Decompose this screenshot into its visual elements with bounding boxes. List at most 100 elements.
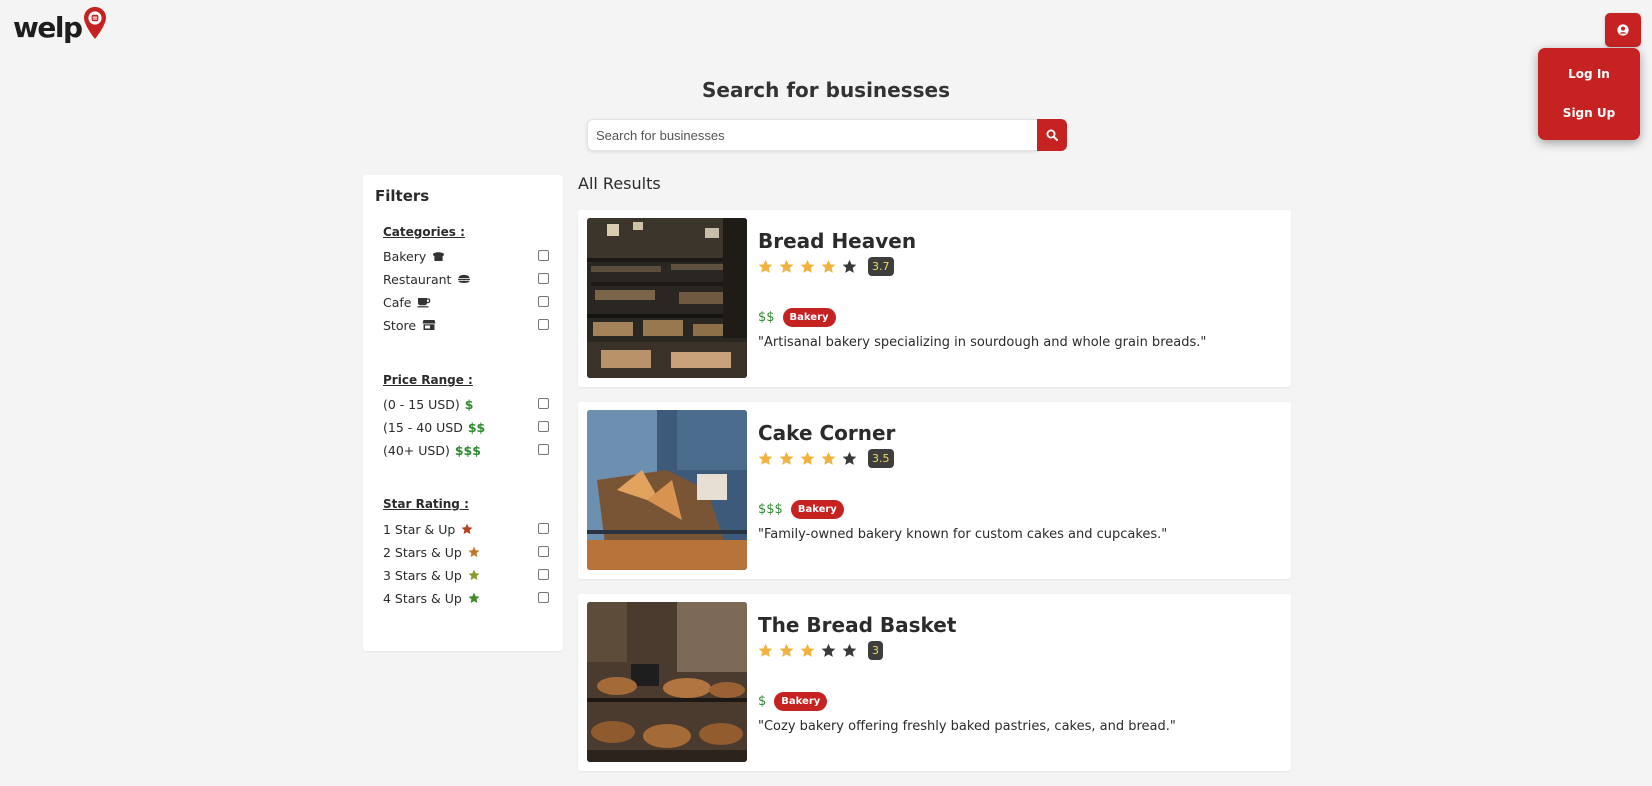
rating-badge: 3.7 <box>868 256 894 276</box>
filter-label: Restaurant <box>383 271 452 287</box>
star-filled-icon <box>800 256 821 276</box>
star-filled-icon <box>821 256 842 276</box>
filter-category-store: Store <box>383 316 549 334</box>
price-checkbox[interactable] <box>538 398 549 409</box>
rating-checkbox[interactable] <box>538 523 549 534</box>
business-card[interactable]: Cake Corner 3.5 $$$ Bakery "Family-owned… <box>578 402 1291 579</box>
filter-label: (0 - 15 USD) <box>383 396 460 412</box>
star-filled-icon <box>779 640 800 660</box>
business-photo <box>587 410 747 570</box>
star-rating-heading: Star Rating : <box>383 497 469 511</box>
filter-label: 4 Stars & Up <box>383 590 462 606</box>
business-name[interactable]: The Bread Basket <box>758 613 956 637</box>
categories-heading: Categories : <box>383 225 465 239</box>
star-empty-icon <box>842 448 863 468</box>
business-meta: $ Bakery <box>758 692 828 711</box>
filter-label: (40+ USD) <box>383 442 450 458</box>
star-filled-icon <box>800 640 821 660</box>
price-level: $ <box>758 694 767 709</box>
price-symbol: $$$ <box>454 442 481 458</box>
business-name[interactable]: Cake Corner <box>758 421 895 445</box>
star-filled-icon <box>758 448 779 468</box>
filter-stars-2: 2 Stars & Up <box>383 543 549 561</box>
star-rating: 3 <box>758 640 883 660</box>
star-icon <box>468 546 480 558</box>
rating-badge: 3.5 <box>868 448 894 468</box>
user-menu-button[interactable] <box>1605 13 1641 47</box>
business-description: "Family-owned bakery known for custom ca… <box>758 527 1168 542</box>
store-icon <box>422 319 436 331</box>
filter-stars-3: 3 Stars & Up <box>383 566 549 584</box>
star-filled-icon <box>758 256 779 276</box>
user-circle-icon <box>1617 21 1629 40</box>
filter-label: Cafe <box>383 294 412 310</box>
rating-checkbox[interactable] <box>538 546 549 557</box>
category-checkbox[interactable] <box>538 250 549 261</box>
bread-icon <box>432 250 445 262</box>
star-rating: 3.7 <box>758 256 894 276</box>
filter-category-cafe: Cafe <box>383 293 549 311</box>
business-photo <box>587 602 747 762</box>
filter-label: (15 - 40 USD <box>383 419 463 435</box>
price-symbol: $ <box>464 396 474 412</box>
category-checkbox[interactable] <box>538 296 549 307</box>
logo-text: welp <box>13 10 83 44</box>
business-name[interactable]: Bread Heaven <box>758 229 916 253</box>
business-card[interactable]: The Bread Basket 3 $ Bakery "Cozy bakery… <box>578 594 1291 771</box>
filter-price-mid: (15 - 40 USD $$ <box>383 418 549 436</box>
filter-category-bakery: Bakery <box>383 247 549 265</box>
category-tag[interactable]: Bakery <box>782 308 836 327</box>
star-icon <box>468 592 480 604</box>
filter-category-restaurant: Restaurant <box>383 270 549 288</box>
filter-label: 1 Star & Up <box>383 521 456 537</box>
map-pin-icon <box>83 6 107 44</box>
business-card[interactable]: Bread Heaven 3.7 $$ Bakery "Artisanal ba… <box>578 210 1291 387</box>
star-icon <box>468 569 480 581</box>
category-checkbox[interactable] <box>538 319 549 330</box>
filter-price-high: (40+ USD) $$$ <box>383 441 549 459</box>
rating-badge: 3 <box>868 640 883 660</box>
filter-stars-4: 4 Stars & Up <box>383 589 549 607</box>
rating-checkbox[interactable] <box>538 592 549 603</box>
welp-logo[interactable]: welp <box>13 7 107 44</box>
star-filled-icon <box>758 640 779 660</box>
search-title: Search for businesses <box>701 78 951 102</box>
results-title: All Results <box>578 174 661 193</box>
price-symbol: $$ <box>467 419 486 435</box>
star-filled-icon <box>821 448 842 468</box>
filters-panel: Filters Categories : Bakery Restaurant C… <box>363 175 563 651</box>
star-icon <box>461 523 473 535</box>
price-checkbox[interactable] <box>538 444 549 455</box>
rating-checkbox[interactable] <box>538 569 549 580</box>
business-description: "Artisanal bakery specializing in sourdo… <box>758 335 1207 350</box>
star-filled-icon <box>779 448 800 468</box>
filter-stars-1: 1 Star & Up <box>383 520 549 538</box>
search-input[interactable] <box>587 119 1037 151</box>
star-empty-icon <box>842 256 863 276</box>
star-filled-icon <box>800 448 821 468</box>
price-level: $$$ <box>758 502 783 517</box>
business-photo <box>587 218 747 378</box>
filter-label: Store <box>383 317 417 333</box>
star-empty-icon <box>842 640 863 660</box>
coffee-icon <box>417 296 431 308</box>
business-meta: $$$ Bakery <box>758 500 844 519</box>
category-checkbox[interactable] <box>538 273 549 284</box>
star-rating: 3.5 <box>758 448 894 468</box>
star-filled-icon <box>779 256 800 276</box>
price-checkbox[interactable] <box>538 421 549 432</box>
burger-icon <box>457 273 471 285</box>
filter-price-low: (0 - 15 USD) $ <box>383 395 549 413</box>
filter-label: Bakery <box>383 248 427 264</box>
filter-label: 3 Stars & Up <box>383 567 462 583</box>
filter-label: 2 Stars & Up <box>383 544 462 560</box>
signup-link[interactable]: Sign Up <box>1538 106 1640 120</box>
price-level: $$ <box>758 310 775 325</box>
search-icon <box>1046 126 1058 145</box>
category-tag[interactable]: Bakery <box>790 500 844 519</box>
search-bar <box>587 119 1067 151</box>
search-button[interactable] <box>1037 119 1067 151</box>
category-tag[interactable]: Bakery <box>774 692 828 711</box>
business-meta: $$ Bakery <box>758 308 836 327</box>
price-range-heading: Price Range : <box>383 373 473 387</box>
